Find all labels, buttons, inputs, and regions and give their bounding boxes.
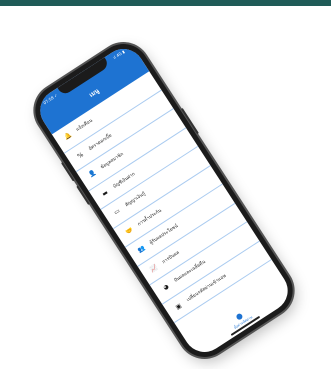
- phone-mockup-scene: 07:58 ✓ ıl 4G ▮ เมนู 🔔 แจ้งเตือน% อัตราดอก…: [0, 0, 331, 367]
- menu-item-label: การปันผล: [161, 250, 181, 266]
- people-icon: 👥: [136, 244, 147, 255]
- user-icon: 👤: [87, 169, 98, 180]
- phone-screen: 07:58 ✓ ıl 4G ▮ เมนู 🔔 แจ้งเตือน% อัตราดอก…: [32, 41, 296, 360]
- book-icon: ▬: [100, 188, 110, 198]
- card-icon: ▭: [112, 207, 122, 217]
- menu-item-label: สัญญาเงินกู้: [124, 191, 147, 209]
- pie-icon: ◕: [162, 283, 171, 292]
- handshake-icon: 🤝: [124, 225, 135, 236]
- status-time: 07:58 ✓: [42, 92, 59, 106]
- lock-icon: ▣: [174, 301, 183, 311]
- chart-icon: 📈: [148, 263, 160, 274]
- bell-icon: 🔔: [63, 131, 74, 142]
- status-icons: ıl 4G ▮: [112, 48, 126, 61]
- percent-icon: %: [76, 150, 85, 160]
- menu-item-label: แจ้งเตือน: [75, 118, 94, 133]
- phone-frame: 07:58 ✓ ıl 4G ▮ เมนู 🔔 แจ้งเตือน% อัตราดอก…: [25, 34, 303, 367]
